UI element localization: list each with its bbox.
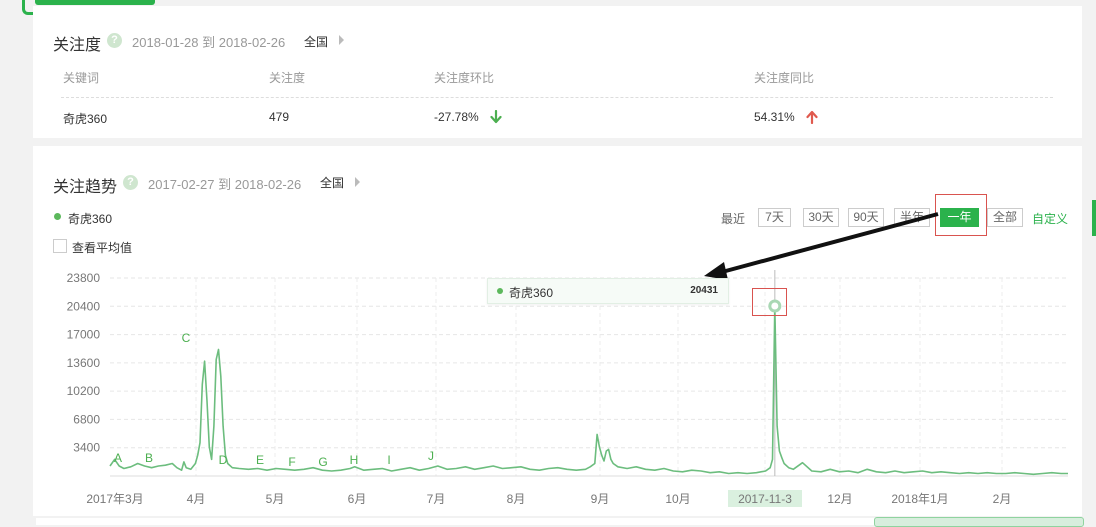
tooltip-value: 20431 bbox=[690, 285, 718, 296]
x-tick-label: 8月 bbox=[507, 492, 526, 506]
y-tick-label: 10200 bbox=[67, 384, 101, 398]
x-tick-label: 2月 bbox=[993, 492, 1012, 506]
annotation-label: E bbox=[256, 453, 264, 467]
x-tick-label: 6月 bbox=[348, 492, 367, 506]
annotation-label: C bbox=[182, 331, 191, 345]
y-tick-label: 20400 bbox=[67, 299, 101, 313]
x-tick-label: 12月 bbox=[827, 492, 852, 506]
annotation-label: G bbox=[318, 455, 327, 469]
annotation-label: F bbox=[288, 455, 295, 469]
annotation-label: A bbox=[114, 451, 122, 465]
annotation-label: J bbox=[428, 449, 434, 463]
peak-highlight-box bbox=[752, 288, 787, 316]
annotation-label: B bbox=[145, 451, 153, 465]
y-tick-label: 23800 bbox=[67, 271, 101, 285]
x-tick-label: 5月 bbox=[266, 492, 285, 506]
annotation-label: D bbox=[219, 453, 228, 467]
y-tick-label: 3400 bbox=[73, 441, 100, 455]
tooltip-dot bbox=[497, 288, 503, 294]
y-tick-label: 17000 bbox=[67, 328, 101, 342]
timeline-scroll-handle[interactable] bbox=[874, 517, 1084, 527]
annotation-arrow-shaft bbox=[721, 212, 939, 274]
y-tick-label: 13600 bbox=[67, 356, 101, 370]
x-tick-label: 2017年3月 bbox=[86, 492, 143, 506]
x-tick-label: 9月 bbox=[591, 492, 610, 506]
tooltip-series-name: 奇虎360 bbox=[509, 286, 554, 300]
x-tick-label: 10月 bbox=[665, 492, 690, 506]
x-tick-label: 2017-11-3 bbox=[738, 492, 792, 506]
x-tick-label: 2018年1月 bbox=[891, 492, 948, 506]
annotation-label: H bbox=[350, 453, 359, 467]
annotation-label: I bbox=[387, 453, 390, 467]
x-tick-label: 4月 bbox=[187, 492, 206, 506]
trend-chart[interactable]: 3400 6800 10200 13600 17000 20400 23800 2017年3月… bbox=[0, 0, 1096, 525]
y-tick-label: 6800 bbox=[73, 412, 100, 426]
chart-tooltip: 奇虎360 20431 bbox=[487, 278, 729, 304]
series-line bbox=[109, 305, 1068, 476]
x-tick-label: 7月 bbox=[427, 492, 446, 506]
